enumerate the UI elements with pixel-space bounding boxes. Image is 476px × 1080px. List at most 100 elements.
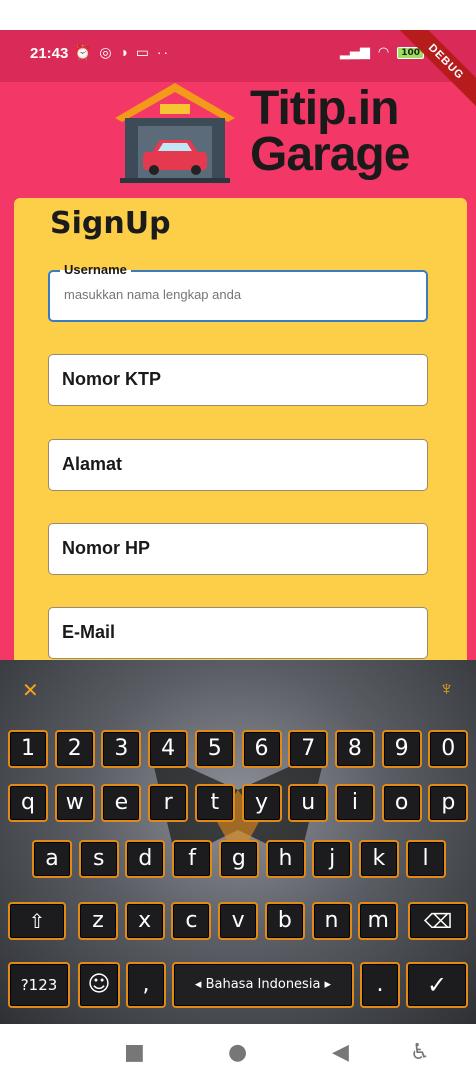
address-field[interactable]: Alamat: [48, 439, 428, 491]
key-9-label: 9: [394, 736, 409, 761]
keyboard-theme-icon[interactable]: ♆: [439, 678, 454, 701]
key-i[interactable]: i: [334, 784, 375, 822]
key-w[interactable]: w: [54, 784, 95, 822]
app-logo: Titip.in Garage: [110, 78, 410, 198]
email-field[interactable]: E-Mail: [48, 607, 428, 659]
key-b-label: b: [277, 908, 292, 933]
key-8-label: 8: [347, 736, 362, 761]
logo-text: Titip.in Garage: [250, 85, 410, 181]
back-icon[interactable]: ◀: [332, 1040, 349, 1065]
key-w-label: w: [65, 790, 84, 815]
key-x-label: x: [138, 908, 152, 933]
key-2[interactable]: 2: [54, 730, 95, 768]
key-4-label: 4: [161, 736, 176, 761]
key-r[interactable]: r: [148, 784, 189, 822]
username-field[interactable]: Username: [48, 262, 428, 322]
period-key-label: .: [376, 972, 384, 997]
key-q-label: q: [21, 790, 35, 815]
period-key[interactable]: .: [360, 962, 400, 1008]
key-z[interactable]: z: [78, 902, 118, 940]
phone-field[interactable]: Nomor HP: [48, 523, 428, 575]
key-g-label: g: [231, 846, 246, 871]
backspace-key[interactable]: ⌫: [408, 902, 468, 940]
key-l-label: l: [422, 846, 429, 871]
key-e-label: e: [114, 790, 129, 815]
key-o[interactable]: o: [381, 784, 422, 822]
recents-icon[interactable]: ■: [124, 1040, 145, 1065]
ktp-label: Nomor KTP: [62, 369, 161, 389]
key-0[interactable]: 0: [428, 730, 469, 768]
page-title: SignUp: [50, 206, 171, 241]
key-9[interactable]: 9: [381, 730, 422, 768]
key-n-label: n: [324, 908, 339, 933]
username-label: Username: [60, 262, 131, 277]
key-p[interactable]: p: [428, 784, 469, 822]
key-t-label: t: [210, 790, 220, 815]
key-6[interactable]: 6: [241, 730, 282, 768]
key-e[interactable]: e: [101, 784, 142, 822]
status-time: 21:43: [30, 45, 69, 62]
key-y[interactable]: y: [241, 784, 282, 822]
key-u[interactable]: u: [288, 784, 329, 822]
key-m[interactable]: m: [358, 902, 399, 940]
key-1[interactable]: 1: [8, 730, 48, 768]
ktp-field[interactable]: Nomor KTP: [48, 354, 428, 406]
key-a[interactable]: a: [32, 840, 72, 878]
keyboard-menu-icon[interactable]: ✕: [22, 678, 39, 703]
key-8[interactable]: 8: [334, 730, 375, 768]
email-label: E-Mail: [62, 622, 116, 642]
key-2-label: 2: [67, 736, 82, 761]
key-d-label: d: [138, 846, 153, 871]
emoji-key[interactable]: ☺: [78, 962, 120, 1008]
key-z-label: z: [92, 908, 104, 933]
key-s[interactable]: s: [78, 840, 119, 878]
shift-key[interactable]: ⇧: [8, 902, 66, 940]
key-b[interactable]: b: [264, 902, 305, 940]
key-n[interactable]: n: [311, 902, 352, 940]
key-v-label: v: [231, 908, 245, 933]
logo-line2: Garage: [250, 128, 410, 181]
comma-key[interactable]: ,: [126, 962, 166, 1008]
key-p-label: p: [441, 790, 456, 815]
key-d[interactable]: d: [125, 840, 166, 878]
key-y-label: y: [254, 790, 269, 815]
accessibility-icon[interactable]: ♿: [410, 1040, 430, 1065]
address-label: Alamat: [62, 454, 123, 474]
signup-card: SignUp Username Nomor KTP Alamat Nomor H…: [14, 198, 467, 660]
key-q[interactable]: q: [8, 784, 48, 822]
key-1-label: 1: [21, 736, 35, 761]
key-4[interactable]: 4: [148, 730, 189, 768]
key-j-label: j: [329, 846, 336, 871]
key-f[interactable]: f: [172, 840, 213, 878]
space-key[interactable]: ◂ Bahasa Indonesia ▸: [172, 962, 354, 1008]
key-k-label: k: [372, 846, 386, 871]
key-0-label: 0: [441, 736, 456, 761]
key-o-label: o: [394, 790, 409, 815]
comma-key-label: ,: [142, 972, 150, 997]
home-icon[interactable]: ●: [228, 1040, 247, 1065]
symbols-key[interactable]: ?123: [8, 962, 70, 1008]
key-l[interactable]: l: [405, 840, 446, 878]
enter-key[interactable]: ✓: [406, 962, 468, 1008]
key-3[interactable]: 3: [101, 730, 142, 768]
key-5-label: 5: [207, 736, 222, 761]
key-6-label: 6: [254, 736, 269, 761]
phone-label: Nomor HP: [62, 538, 151, 558]
enter-key-label: ✓: [426, 971, 448, 999]
navigation-bar: ■ ● ◀ ♿: [0, 1024, 476, 1080]
key-c[interactable]: c: [171, 902, 212, 940]
key-7[interactable]: 7: [288, 730, 329, 768]
app-screen: 21:43 ⏰ ◎ ◑ ▭ ·· ▂▄▆ ◠ 100 DEBUG Titip.i…: [0, 30, 476, 660]
key-t[interactable]: t: [194, 784, 235, 822]
key-h[interactable]: h: [265, 840, 306, 878]
key-s-label: s: [92, 846, 105, 871]
key-k[interactable]: k: [358, 840, 399, 878]
key-g[interactable]: g: [218, 840, 259, 878]
key-x[interactable]: x: [124, 902, 165, 940]
key-5[interactable]: 5: [194, 730, 235, 768]
username-input[interactable]: [62, 286, 406, 303]
key-j[interactable]: j: [312, 840, 353, 878]
key-i-label: i: [351, 790, 358, 815]
key-v[interactable]: v: [218, 902, 259, 940]
notification-icons: ⏰ ◎ ◑ ▭ ··: [74, 44, 171, 60]
